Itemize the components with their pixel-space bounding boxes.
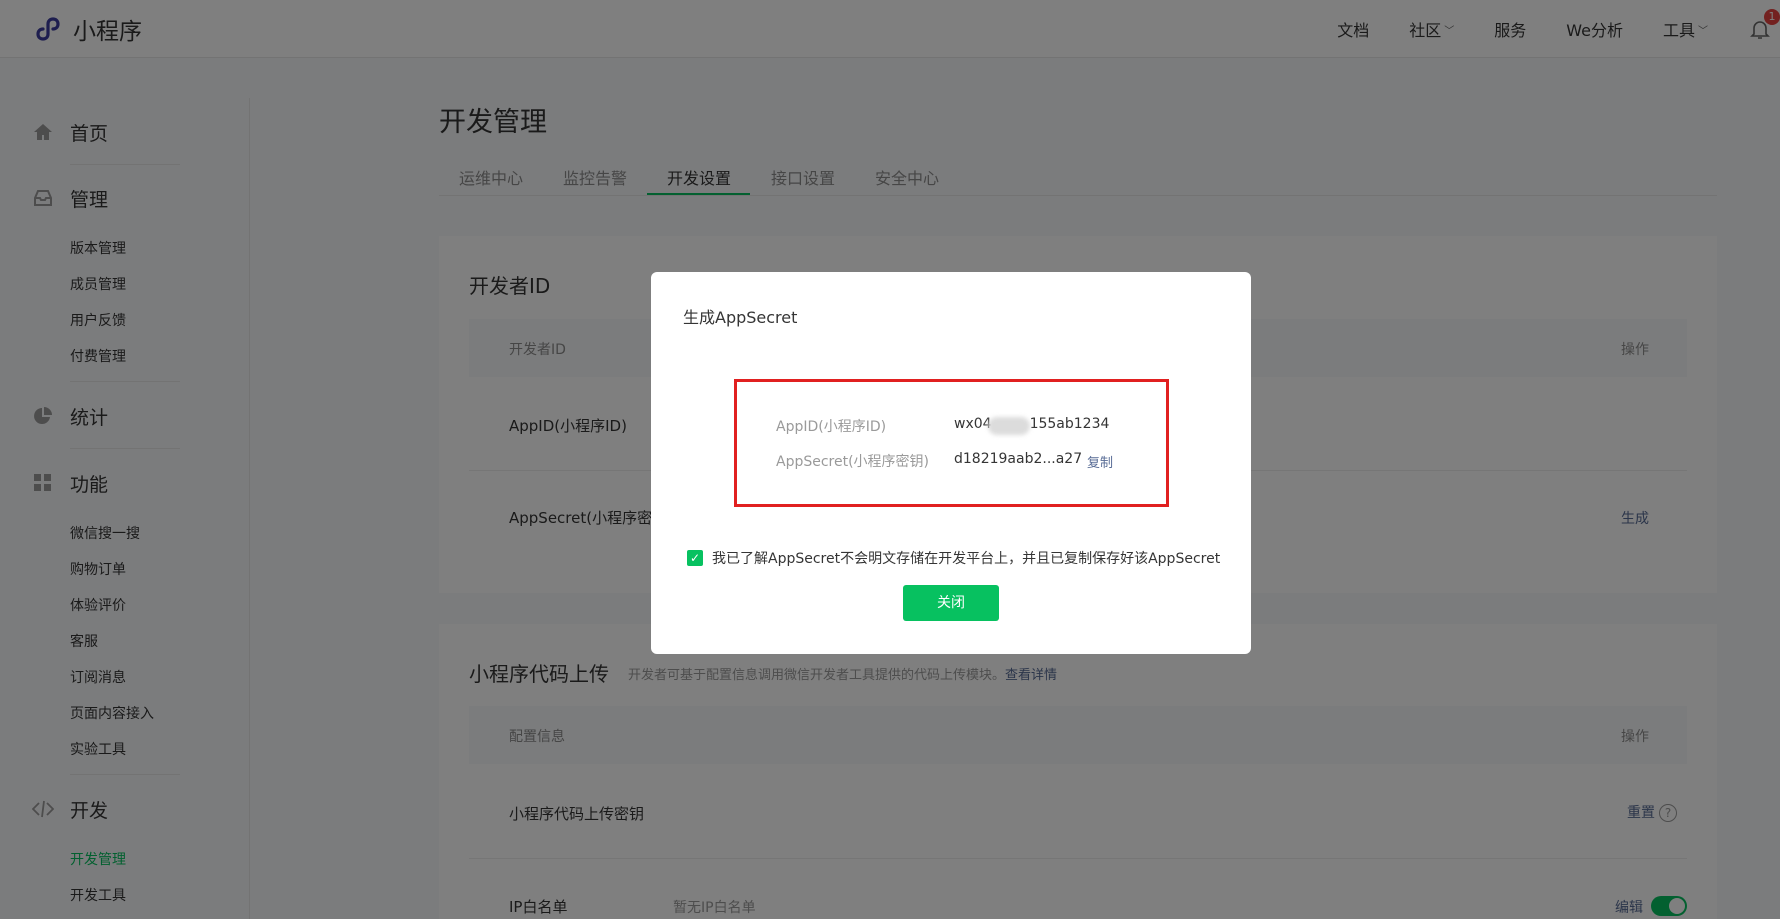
appsecret-value: d18219aab2...a27 [954,451,1083,467]
redacted-blur [988,417,1030,435]
acknowledge-row: ✓ 我已了解AppSecret不会明文存储在开发平台上，并且已复制保存好该App… [687,548,1220,568]
appid-value: wx04 155ab1234 [954,416,1109,432]
appsecret-label: AppSecret(小程序密钥) [776,454,930,470]
acknowledge-text: 我已了解AppSecret不会明文存储在开发平台上，并且已复制保存好该AppSe… [712,551,1221,567]
generate-appsecret-dialog: 生成AppSecret AppID(小程序ID) wx04 155ab1234 A… [651,272,1251,654]
appid-value-head: wx04 [954,416,992,432]
appid-label: AppID(小程序ID) [776,419,887,435]
dialog-title: 生成AppSecret [683,308,798,327]
close-button[interactable]: 关闭 [903,585,999,621]
appid-value-tail: 155ab1234 [1029,416,1110,432]
red-highlight-box [734,379,1169,507]
acknowledge-checkbox[interactable]: ✓ [687,550,703,566]
copy-secret-link[interactable]: 复制 [1087,452,1113,471]
